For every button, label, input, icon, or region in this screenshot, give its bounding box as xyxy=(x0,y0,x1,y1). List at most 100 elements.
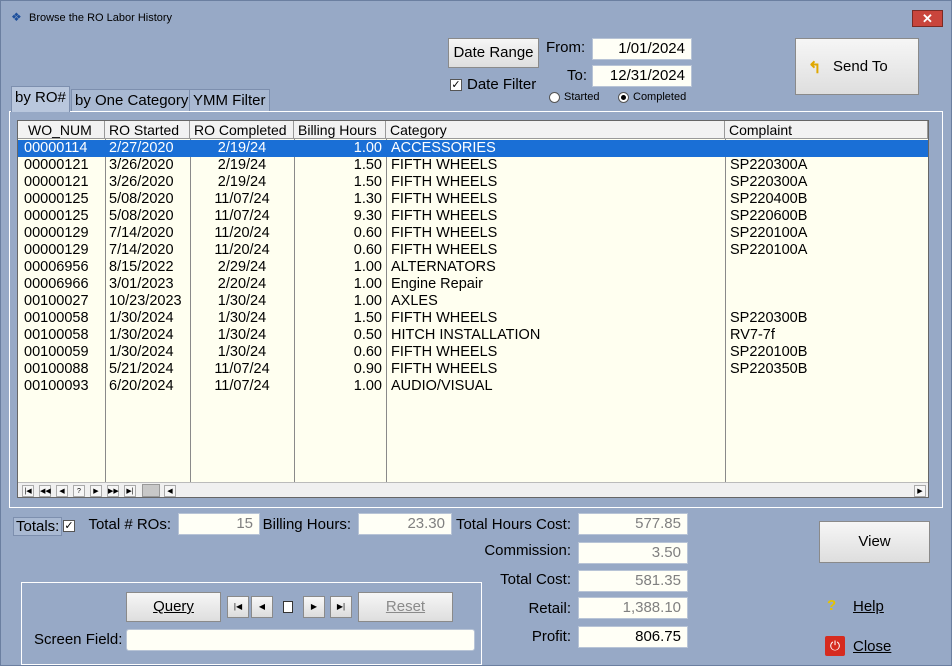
billing-hours-field: 23.30 xyxy=(358,513,452,535)
table-cell: 1/30/24 xyxy=(217,310,267,326)
find-record-nav-button[interactable]: ? xyxy=(73,485,85,497)
table-cell: 0.90 xyxy=(353,361,382,377)
table-row[interactable]: 00100058 1/30/2024 1/30/24 1.50 FIFTH WHEELS… xyxy=(18,310,928,327)
tab-by-ro[interactable]: by RO# xyxy=(11,86,70,112)
table-row[interactable]: 00100059 1/30/2024 1/30/24 0.60 FIFTH WHEELS… xyxy=(18,344,928,361)
table-cell: 00000125 xyxy=(24,208,89,224)
next-record-button[interactable]: ▶ xyxy=(303,596,325,618)
started-radio[interactable] xyxy=(549,92,560,103)
reset-button[interactable]: Reset xyxy=(358,592,453,622)
grid-header: WO_NUM RO Started RO Completed Billing H… xyxy=(18,121,928,139)
started-label: Started xyxy=(564,91,600,103)
from-date-field[interactable]: 1/01/2024 xyxy=(592,38,692,60)
completed-radio[interactable] xyxy=(618,92,629,103)
help-icon: ? xyxy=(827,597,837,614)
column-header-ro-completed[interactable]: RO Completed xyxy=(190,121,294,139)
table-cell: 1.00 xyxy=(353,378,382,394)
scroll-left-button[interactable]: ◀ xyxy=(164,485,176,497)
browse-window: ❖ Browse the RO Labor History ✕ Date Ran… xyxy=(0,0,952,666)
labor-history-grid[interactable]: WO_NUM RO Started RO Completed Billing H… xyxy=(17,120,929,498)
table-row[interactable]: 00000125 5/08/2020 11/07/24 1.30 FIFTH WHEEL… xyxy=(18,191,928,208)
table-cell: FIFTH WHEELS xyxy=(391,208,498,224)
table-cell: FIFTH WHEELS xyxy=(391,310,498,326)
table-cell: SP220100A xyxy=(730,242,808,258)
fast-back-nav-button[interactable]: ◀◀ xyxy=(39,485,51,497)
tab-ymm-filter[interactable]: YMM Filter xyxy=(189,89,270,111)
table-cell: 1/30/24 xyxy=(217,293,267,309)
table-row[interactable]: 00000121 3/26/2020 2/19/24 1.50 FIFTH WHEELS… xyxy=(18,157,928,174)
table-row[interactable]: 00000129 7/14/2020 11/20/24 0.60 FIFTH WHEEL… xyxy=(18,225,928,242)
prev-record-button[interactable]: ◀ xyxy=(251,596,273,618)
column-header-wo-num[interactable]: WO_NUM xyxy=(18,121,105,139)
column-header-ro-started[interactable]: RO Started xyxy=(105,121,190,139)
table-cell: 0.60 xyxy=(353,225,382,241)
column-header-category[interactable]: Category xyxy=(386,121,725,139)
column-header-billing-hours[interactable]: Billing Hours xyxy=(294,121,386,139)
prev-record-nav-button[interactable]: ◀ xyxy=(56,485,68,497)
table-cell: SP220100A xyxy=(730,225,808,241)
screen-field-input[interactable] xyxy=(126,629,475,651)
next-record-nav-button[interactable]: ▶ xyxy=(90,485,102,497)
table-cell: 00000121 xyxy=(24,174,89,190)
date-filter-checkbox[interactable]: ✓ xyxy=(450,79,462,91)
table-row[interactable]: 00006966 3/01/2023 2/20/24 1.00 Engine Repai… xyxy=(18,276,928,293)
table-cell: 00000114 xyxy=(24,140,88,156)
date-filter-label: Date Filter xyxy=(467,76,537,93)
table-cell: 11/07/24 xyxy=(214,191,270,207)
table-cell: 5/08/2020 xyxy=(109,208,174,224)
table-cell: 7/14/2020 xyxy=(109,242,174,258)
table-cell: 10/23/2023 xyxy=(109,293,182,309)
total-hours-cost-field: 577.85 xyxy=(578,513,688,535)
table-row[interactable]: 00100093 6/20/2024 11/07/24 1.00 AUDIO/VISUA… xyxy=(18,378,928,395)
table-cell: 11/07/24 xyxy=(214,361,270,377)
table-cell: 0.50 xyxy=(353,327,382,343)
send-arrow-icon: ↰ xyxy=(808,60,822,77)
view-button[interactable]: View xyxy=(819,521,930,563)
query-button[interactable]: Query xyxy=(126,592,221,622)
table-row[interactable]: 00000121 3/26/2020 2/19/24 1.50 FIFTH WHEELS… xyxy=(18,174,928,191)
table-cell: 00006956 xyxy=(24,259,89,275)
table-cell: 1/30/24 xyxy=(217,327,267,343)
table-cell: 9.30 xyxy=(353,208,382,224)
table-row[interactable]: 00000114 2/27/2020 2/19/24 1.00 ACCESSORIES xyxy=(18,140,928,157)
last-record-nav-button[interactable]: ▶| xyxy=(124,485,136,497)
scroll-right-button[interactable]: ▶ xyxy=(914,485,926,497)
close-label: Close xyxy=(853,638,892,655)
to-date-field[interactable]: 12/31/2024 xyxy=(592,65,692,87)
table-cell: SP220600B xyxy=(730,208,808,224)
table-cell: 3/26/2020 xyxy=(109,157,174,173)
send-to-button[interactable]: ↰ Send To xyxy=(795,38,919,95)
table-row[interactable]: 00000125 5/08/2020 11/07/24 9.30 FIFTH WHEEL… xyxy=(18,208,928,225)
completed-label: Completed xyxy=(633,91,687,103)
table-row[interactable]: 00100058 1/30/2024 1/30/24 0.50 HITCH INSTAL… xyxy=(18,327,928,344)
table-cell: 1.00 xyxy=(353,276,382,292)
query-button-label: Query xyxy=(153,598,194,615)
total-cost-field: 581.35 xyxy=(578,570,688,592)
table-row[interactable]: 00000129 7/14/2020 11/20/24 0.60 FIFTH WHEEL… xyxy=(18,242,928,259)
table-row[interactable]: 00100027 10/23/2023 1/30/24 1.00 AXLES xyxy=(18,293,928,310)
total-hours-cost-label: Total Hours Cost: xyxy=(455,516,571,533)
date-range-button[interactable]: Date Range xyxy=(448,38,539,68)
tab-by-one-category[interactable]: by One Category xyxy=(71,89,193,111)
window-close-button[interactable]: ✕ xyxy=(912,10,943,27)
page-icon xyxy=(283,601,293,613)
table-row[interactable]: 00006956 8/15/2022 2/29/24 1.00 ALTERNATORS xyxy=(18,259,928,276)
table-cell: 00006966 xyxy=(24,276,89,292)
last-record-button[interactable]: ▶| xyxy=(330,596,352,618)
table-row[interactable]: 00100088 5/21/2024 11/07/24 0.90 FIFTH WHEEL… xyxy=(18,361,928,378)
fast-forward-nav-button[interactable]: ▶▶ xyxy=(107,485,119,497)
profit-field: 806.75 xyxy=(578,626,688,648)
table-cell: AUDIO/VISUAL xyxy=(391,378,493,394)
table-cell: 1/30/2024 xyxy=(109,310,174,326)
first-record-button[interactable]: |◀ xyxy=(227,596,249,618)
first-record-nav-button[interactable]: |◀ xyxy=(22,485,34,497)
table-cell: SP220300A xyxy=(730,174,808,190)
table-cell: 2/19/24 xyxy=(217,157,267,173)
grid-scrollbar[interactable]: |◀ ◀◀ ◀? ▶ ▶▶ ▶| ◀ ▶ xyxy=(18,482,928,497)
table-cell: 00000129 xyxy=(24,225,89,241)
to-label: To: xyxy=(567,67,588,84)
scroll-thumb[interactable] xyxy=(142,484,160,497)
window-title: Browse the RO Labor History xyxy=(29,12,173,24)
table-cell: FIFTH WHEELS xyxy=(391,191,498,207)
column-header-complaint[interactable]: Complaint xyxy=(725,121,928,139)
